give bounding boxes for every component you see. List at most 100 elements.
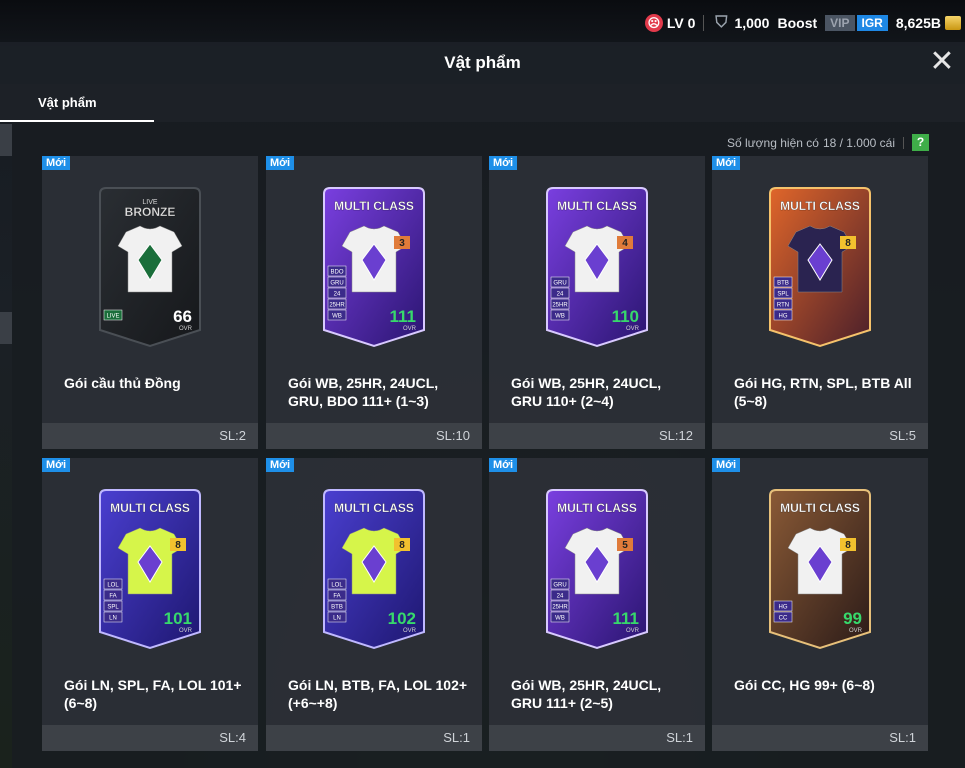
count-label: Số lượng hiện có: [726, 135, 819, 150]
inventory-count: Số lượng hiện có 18 / 1.000 cái ?: [727, 134, 929, 151]
ovr-label: OVR: [626, 326, 640, 332]
item-name: Gói cầu thủ Đồng: [64, 375, 181, 391]
ovr-label: OVR: [179, 628, 193, 634]
item-card[interactable]: Mới MULTI CLASS 8 LOL FA SPL LN 101 OVR Gói LN, …: [42, 458, 258, 751]
close-icon: ✕: [929, 45, 955, 78]
class-chip-label: FA: [109, 594, 116, 600]
player-pack-card: MULTI CLASS 5 GRU 24 25HR WB 111OVR: [546, 489, 648, 650]
class-chip-label: WB: [332, 314, 342, 320]
side-scroll-indicator: [0, 124, 12, 156]
shield-icon: ⛉: [715, 14, 728, 31]
card-title: MULTI CLASS: [780, 199, 860, 213]
card-title: MULTI CLASS: [110, 501, 190, 515]
currency-bar: ☹ LV 0 ⛉ 1,000 Boost VIP IGR 8,625B: [0, 0, 965, 46]
ovr-label: OVR: [626, 628, 640, 634]
class-chip-label: LOL: [107, 583, 119, 589]
tab-bar: Vật phẩm: [0, 84, 965, 122]
player-pack-card: MULTI CLASS 3 BDO GRU 24 25HR WB 111OVR: [323, 187, 425, 348]
shield-points[interactable]: ⛉ 1,000: [712, 14, 769, 32]
card-title: MULTI CLASS: [334, 501, 414, 515]
item-name: Gói WB, 25HR, 24UCL, GRU 110+ (2~4): [511, 375, 662, 409]
divider: [903, 136, 904, 149]
ovr-value: 101: [164, 609, 192, 628]
class-chip-label: GRU: [553, 583, 566, 589]
class-chip-label: BDO: [330, 270, 343, 276]
shield-value: 1,000: [734, 15, 770, 31]
item-card[interactable]: Mới MULTI CLASS 8 LOL FA BTB LN 102 OVR Gói LN, …: [266, 458, 482, 751]
ovr-label: OVR: [179, 326, 193, 332]
class-chip-label: 25HR: [552, 303, 568, 309]
tab-items[interactable]: Vật phẩm: [0, 84, 154, 122]
rank-value: 4: [622, 238, 628, 249]
level-text: LV 0: [666, 15, 696, 31]
boost-display[interactable]: Boost: [777, 15, 817, 31]
item-card[interactable]: Mới LIVE BRONZE LIVE 66 OVR Gói cầu thủ Đồng S…: [42, 156, 258, 449]
card-title: MULTI CLASS: [780, 501, 860, 515]
class-chip-label: 24: [557, 594, 564, 600]
side-scroll-indicator: [0, 312, 12, 344]
new-badge: Mới: [712, 458, 741, 472]
class-chip-label: HG: [779, 605, 788, 611]
class-chip-label: LN: [109, 616, 117, 622]
class-chip-label: WB: [555, 616, 565, 622]
rank-value: 8: [845, 540, 851, 551]
coin-balance[interactable]: 8,625B: [896, 15, 961, 31]
item-quantity: SL:4: [42, 725, 258, 751]
class-chip-label: BTB: [777, 281, 789, 287]
new-badge: Mới: [42, 156, 71, 170]
ovr-label: OVR: [849, 628, 863, 634]
page-title: Vật phẩm: [444, 53, 521, 72]
boost-label: Boost: [777, 15, 818, 31]
rank-value: 8: [845, 238, 851, 249]
item-quantity: SL:1: [489, 725, 705, 751]
ovr-value: 110: [612, 307, 639, 326]
class-chip-label: GRU: [553, 281, 566, 287]
ovr-value: 111: [390, 307, 417, 326]
class-chip-label: LIVE: [106, 314, 119, 320]
player-pack-card: MULTI CLASS 8 LOL FA BTB LN 102OVR: [323, 489, 425, 650]
item-quantity: SL:2: [42, 423, 258, 449]
class-chip-label: 24: [334, 292, 341, 298]
item-name: Gói LN, BTB, FA, LOL 102+ (+6~+8): [288, 677, 468, 711]
item-quantity: SL:5: [712, 423, 928, 449]
player-pack-card: MULTI CLASS 8 HG CC 99OVR: [769, 489, 871, 650]
item-name: Gói HG, RTN, SPL, BTB All (5~8): [734, 375, 912, 409]
close-button[interactable]: ✕: [927, 45, 957, 78]
coin-value: 8,625B: [895, 15, 941, 31]
rank-value: 8: [175, 540, 181, 551]
new-badge: Mới: [489, 458, 518, 472]
ovr-label: OVR: [403, 326, 417, 332]
new-badge: Mới: [266, 156, 295, 170]
player-pack-card: MULTI CLASS 8 BTB SPL RTN HG: [769, 187, 871, 348]
class-chip-label: 25HR: [329, 303, 345, 309]
dialog-header: Vật phẩm ✕: [0, 42, 965, 84]
card-title: MULTI CLASS: [557, 501, 637, 515]
ovr-value: 99: [843, 609, 862, 628]
class-chip-label: HG: [779, 314, 788, 320]
new-badge: Mới: [712, 156, 741, 170]
new-badge: Mới: [266, 458, 295, 472]
help-button[interactable]: ?: [912, 134, 929, 151]
item-name: Gói LN, SPL, FA, LOL 101+ (6~8): [64, 677, 242, 711]
class-chip-label: RTN: [777, 303, 789, 309]
new-badge: Mới: [489, 156, 518, 170]
item-card[interactable]: Mới MULTI CLASS 8 BTB SPL RTN HG Gói HG, RTN, …: [712, 156, 928, 449]
class-chip-label: 25HR: [552, 605, 568, 611]
item-card[interactable]: Mới MULTI CLASS 5 GRU 24 25HR WB 111 OVR Gói WB,…: [489, 458, 705, 751]
item-quantity: SL:10: [266, 423, 482, 449]
rank-value: 5: [622, 540, 628, 551]
new-badge: Mới: [42, 458, 71, 472]
card-title: MULTI CLASS: [334, 199, 414, 213]
item-quantity: SL:12: [489, 423, 705, 449]
rank-value: 8: [399, 540, 405, 551]
item-card[interactable]: Mới MULTI CLASS 8 HG CC 99 OVR Gói CC, HG 99+ …: [712, 458, 928, 751]
item-name: Gói WB, 25HR, 24UCL, GRU, BDO 111+ (1~3): [288, 375, 439, 409]
class-chip-label: LOL: [331, 583, 343, 589]
item-card[interactable]: Mới MULTI CLASS 3 BDO GRU 24 25HR WB 111 OVR Gói …: [266, 156, 482, 449]
ovr-value: 66: [173, 307, 192, 326]
class-chip-label: FA: [333, 594, 340, 600]
coin-icon: [945, 16, 961, 30]
item-card[interactable]: Mới MULTI CLASS 4 GRU 24 25HR WB 110 OVR Gói WB,…: [489, 156, 705, 449]
class-chip-label: WB: [555, 314, 565, 320]
ovr-value: 111: [613, 609, 640, 628]
